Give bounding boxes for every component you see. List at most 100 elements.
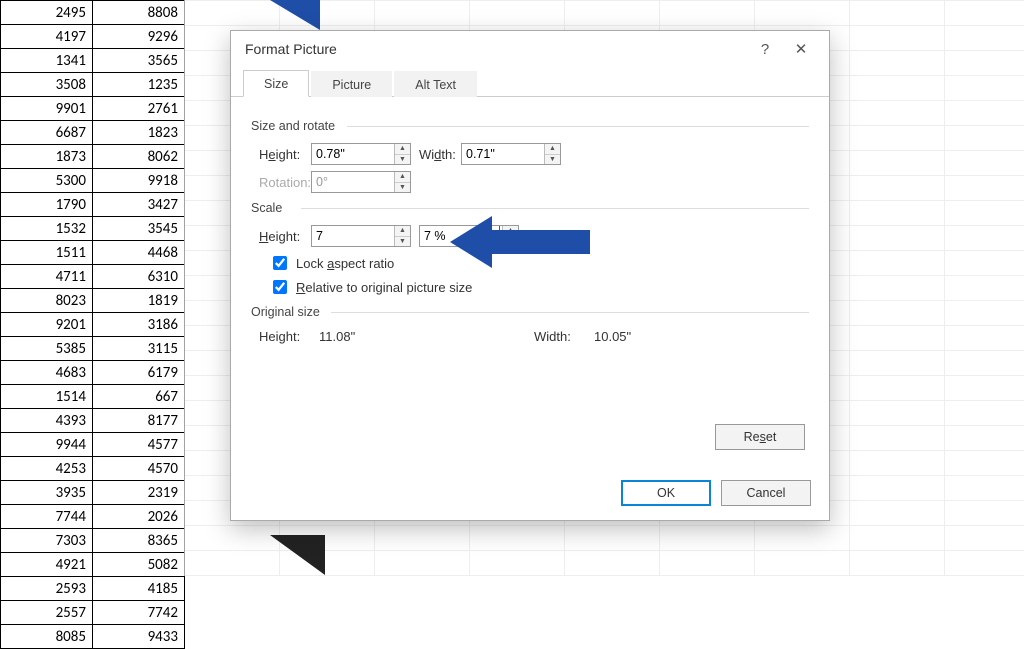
tab-alttext[interactable]: Alt Text: [394, 71, 477, 97]
cell[interactable]: 4393: [1, 409, 93, 433]
lock-aspect-checkbox[interactable]: [273, 256, 287, 270]
cell[interactable]: 9901: [1, 97, 93, 121]
cell[interactable]: 1511: [1, 241, 93, 265]
table-row[interactable]: 25934185: [1, 577, 185, 601]
table-row[interactable]: 80859433: [1, 625, 185, 649]
table-row[interactable]: 1514667: [1, 385, 185, 409]
cell[interactable]: 2495: [1, 1, 93, 25]
cell[interactable]: 8062: [93, 145, 185, 169]
height-input[interactable]: [312, 144, 394, 164]
table-row[interactable]: 92013186: [1, 313, 185, 337]
cell[interactable]: 7742: [93, 601, 185, 625]
cell[interactable]: 8023: [1, 289, 93, 313]
scale-width-input[interactable]: [420, 226, 497, 246]
cell[interactable]: 3186: [93, 313, 185, 337]
cell[interactable]: 5300: [1, 169, 93, 193]
cell[interactable]: 8085: [1, 625, 93, 649]
cell[interactable]: 6179: [93, 361, 185, 385]
height-spinner[interactable]: ▲▼: [311, 143, 411, 165]
cell[interactable]: 1819: [93, 289, 185, 313]
cell[interactable]: 3935: [1, 481, 93, 505]
scale-height-spin-buttons[interactable]: ▲▼: [394, 226, 410, 246]
cell[interactable]: 2557: [1, 601, 93, 625]
table-row[interactable]: 80231819: [1, 289, 185, 313]
width-spin-buttons[interactable]: ▲▼: [544, 144, 560, 164]
table-row[interactable]: 66871823: [1, 121, 185, 145]
cell[interactable]: 3115: [93, 337, 185, 361]
relative-size-checkbox[interactable]: [273, 280, 287, 294]
cell[interactable]: 1873: [1, 145, 93, 169]
cell[interactable]: 4570: [93, 457, 185, 481]
cell[interactable]: 7303: [1, 529, 93, 553]
cell[interactable]: 4577: [93, 433, 185, 457]
cell[interactable]: 2761: [93, 97, 185, 121]
cell[interactable]: 3427: [93, 193, 185, 217]
cancel-button[interactable]: Cancel: [721, 480, 811, 506]
cell[interactable]: 6687: [1, 121, 93, 145]
cell[interactable]: 5082: [93, 553, 185, 577]
help-button[interactable]: ?: [747, 35, 783, 63]
cell[interactable]: 8177: [93, 409, 185, 433]
table-row[interactable]: 15323545: [1, 217, 185, 241]
table-row[interactable]: 39352319: [1, 481, 185, 505]
table-row[interactable]: 46836179: [1, 361, 185, 385]
tab-picture[interactable]: Picture: [311, 71, 392, 97]
table-row[interactable]: 42534570: [1, 457, 185, 481]
table-row[interactable]: 47116310: [1, 265, 185, 289]
table-row[interactable]: 53009918: [1, 169, 185, 193]
cell[interactable]: 9201: [1, 313, 93, 337]
cell[interactable]: 1532: [1, 217, 93, 241]
scale-height-spinner[interactable]: ▲▼: [311, 225, 411, 247]
cell[interactable]: 8365: [93, 529, 185, 553]
table-row[interactable]: 99012761: [1, 97, 185, 121]
table-row[interactable]: 49215082: [1, 553, 185, 577]
cell[interactable]: 9433: [93, 625, 185, 649]
table-row[interactable]: 43938177: [1, 409, 185, 433]
cell[interactable]: 9296: [93, 25, 185, 49]
cell[interactable]: 4468: [93, 241, 185, 265]
cell[interactable]: 4185: [93, 577, 185, 601]
cell[interactable]: 1235: [93, 73, 185, 97]
height-spin-buttons[interactable]: ▲▼: [394, 144, 410, 164]
cell[interactable]: 7744: [1, 505, 93, 529]
table-row[interactable]: 15114468: [1, 241, 185, 265]
table-row[interactable]: 73038365: [1, 529, 185, 553]
reset-button[interactable]: Reset: [715, 424, 805, 450]
dialog-titlebar[interactable]: Format Picture ? ✕: [231, 31, 829, 67]
cell[interactable]: 1514: [1, 385, 93, 409]
ok-button[interactable]: OK: [621, 480, 711, 506]
cell[interactable]: 4711: [1, 265, 93, 289]
table-row[interactable]: 41979296: [1, 25, 185, 49]
cell[interactable]: 3565: [93, 49, 185, 73]
table-row[interactable]: 53853115: [1, 337, 185, 361]
cell[interactable]: 2026: [93, 505, 185, 529]
cell[interactable]: 4197: [1, 25, 93, 49]
cell[interactable]: 1341: [1, 49, 93, 73]
cell[interactable]: 4253: [1, 457, 93, 481]
close-button[interactable]: ✕: [783, 35, 819, 63]
table-row[interactable]: 17903427: [1, 193, 185, 217]
tab-size[interactable]: Size: [243, 70, 309, 97]
cell[interactable]: 3508: [1, 73, 93, 97]
cell[interactable]: 9944: [1, 433, 93, 457]
table-row[interactable]: 77442026: [1, 505, 185, 529]
cell[interactable]: 3545: [93, 217, 185, 241]
width-input[interactable]: [462, 144, 544, 164]
table-row[interactable]: 35081235: [1, 73, 185, 97]
cell[interactable]: 9918: [93, 169, 185, 193]
cell[interactable]: 667: [93, 385, 185, 409]
cell[interactable]: 4921: [1, 553, 93, 577]
scale-width-spinner[interactable]: ▲▼: [419, 225, 519, 247]
table-row[interactable]: 25577742: [1, 601, 185, 625]
cell[interactable]: 2319: [93, 481, 185, 505]
table-row[interactable]: 18738062: [1, 145, 185, 169]
table-row[interactable]: 99444577: [1, 433, 185, 457]
cell[interactable]: 4683: [1, 361, 93, 385]
cell[interactable]: 1790: [1, 193, 93, 217]
cell[interactable]: 1823: [93, 121, 185, 145]
scale-height-input[interactable]: [312, 226, 394, 246]
cell[interactable]: 5385: [1, 337, 93, 361]
table-row[interactable]: 13413565: [1, 49, 185, 73]
cell[interactable]: 6310: [93, 265, 185, 289]
table-row[interactable]: 24958808: [1, 1, 185, 25]
